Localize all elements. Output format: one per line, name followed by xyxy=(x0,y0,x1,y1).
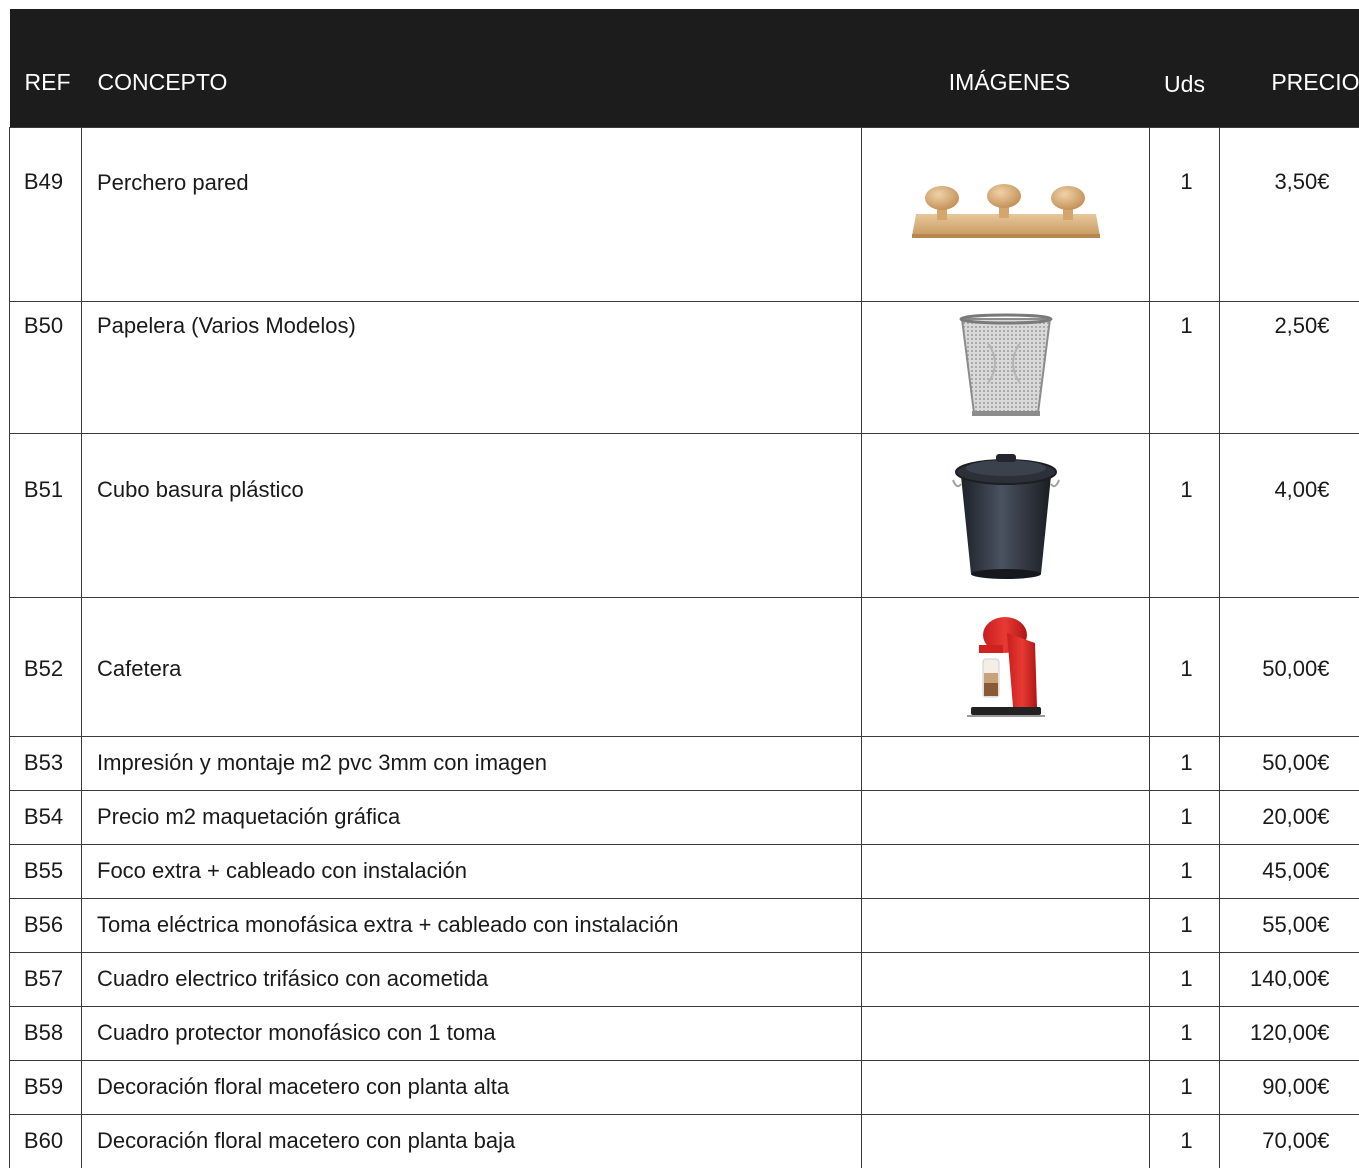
row-concepto: Decoración floral macetero con planta al… xyxy=(82,1060,862,1114)
price-table: REF CONCEPTO IMÁGENES Uds PRECIO B49 Per… xyxy=(9,9,1359,1168)
table-row: B56 Toma eléctrica monofásica extra + ca… xyxy=(10,898,1359,952)
row-concepto: Impresión y montaje m2 pvc 3mm con image… xyxy=(82,736,862,790)
row-precio: 2,50€ xyxy=(1220,301,1359,433)
table-row: B53 Impresión y montaje m2 pvc 3mm con i… xyxy=(10,736,1359,790)
row-uds: 1 xyxy=(1150,736,1220,790)
table-row: B54 Precio m2 maquetación gráfica 1 20,0… xyxy=(10,790,1359,844)
table-row: B59 Decoración floral macetero con plant… xyxy=(10,1060,1359,1114)
row-concepto: Perchero pared xyxy=(82,127,862,301)
row-ref: B59 xyxy=(10,1060,82,1114)
row-precio: 120,00€ xyxy=(1220,1006,1359,1060)
row-uds: 1 xyxy=(1150,898,1220,952)
row-uds: 1 xyxy=(1150,952,1220,1006)
row-ref: B54 xyxy=(10,790,82,844)
row-image-cell xyxy=(862,433,1150,597)
table-row: B51 Cubo basura plástico xyxy=(10,433,1359,597)
table-row: B58 Cuadro protector monofásico con 1 to… xyxy=(10,1006,1359,1060)
row-ref: B49 xyxy=(10,127,82,301)
row-ref: B52 xyxy=(10,597,82,736)
row-image-cell xyxy=(862,952,1150,1006)
mesh-wastebasket-icon xyxy=(958,313,1054,421)
row-concepto: Toma eléctrica monofásica extra + cablea… xyxy=(82,898,862,952)
row-concepto: Cuadro protector monofásico con 1 toma xyxy=(82,1006,862,1060)
row-concepto: Cafetera xyxy=(82,597,862,736)
table-header: REF CONCEPTO IMÁGENES Uds PRECIO xyxy=(10,9,1359,127)
row-precio: 50,00€ xyxy=(1220,597,1359,736)
header-uds: Uds xyxy=(1150,9,1220,127)
row-image-cell xyxy=(862,790,1150,844)
row-image-cell xyxy=(862,301,1150,433)
row-precio: 20,00€ xyxy=(1220,790,1359,844)
row-image-cell xyxy=(862,127,1150,301)
row-concepto: Precio m2 maquetación gráfica xyxy=(82,790,862,844)
wooden-coat-rack-icon xyxy=(910,184,1102,244)
row-image-cell xyxy=(862,898,1150,952)
row-precio: 90,00€ xyxy=(1220,1060,1359,1114)
header-imagenes: IMÁGENES xyxy=(862,9,1150,127)
row-ref: B55 xyxy=(10,844,82,898)
row-precio: 4,00€ xyxy=(1220,433,1359,597)
row-ref: B53 xyxy=(10,736,82,790)
row-uds: 1 xyxy=(1150,597,1220,736)
coffee-machine-icon xyxy=(967,615,1045,719)
row-ref: B56 xyxy=(10,898,82,952)
header-ref: REF xyxy=(10,9,82,127)
row-ref: B58 xyxy=(10,1006,82,1060)
row-precio: 140,00€ xyxy=(1220,952,1359,1006)
row-ref: B51 xyxy=(10,433,82,597)
row-uds: 1 xyxy=(1150,1006,1220,1060)
table-row: B57 Cuadro electrico trifásico con acome… xyxy=(10,952,1359,1006)
row-uds: 1 xyxy=(1150,301,1220,433)
price-list: REF CONCEPTO IMÁGENES Uds PRECIO B49 Per… xyxy=(9,9,1359,1168)
plastic-trash-can-icon xyxy=(947,450,1065,580)
row-concepto: Cubo basura plástico xyxy=(82,433,862,597)
row-precio: 55,00€ xyxy=(1220,898,1359,952)
row-uds: 1 xyxy=(1150,790,1220,844)
row-uds: 1 xyxy=(1150,844,1220,898)
row-precio: 50,00€ xyxy=(1220,736,1359,790)
table-row: B55 Foco extra + cableado con instalació… xyxy=(10,844,1359,898)
header-precio: PRECIO xyxy=(1220,9,1359,127)
row-image-cell xyxy=(862,736,1150,790)
row-image-cell xyxy=(862,1006,1150,1060)
row-ref: B50 xyxy=(10,301,82,433)
row-image-cell xyxy=(862,1060,1150,1114)
row-uds: 1 xyxy=(1150,433,1220,597)
row-uds: 1 xyxy=(1150,1060,1220,1114)
row-image-cell xyxy=(862,844,1150,898)
row-image-cell xyxy=(862,597,1150,736)
row-concepto: Foco extra + cableado con instalación xyxy=(82,844,862,898)
table-row: B50 Papelera (Varios Modelos) xyxy=(10,301,1359,433)
row-ref: B57 xyxy=(10,952,82,1006)
header-concepto: CONCEPTO xyxy=(82,9,862,127)
row-precio: 3,50€ xyxy=(1220,127,1359,301)
row-concepto: Cuadro electrico trifásico con acometida xyxy=(82,952,862,1006)
row-precio: 45,00€ xyxy=(1220,844,1359,898)
row-concepto: Papelera (Varios Modelos) xyxy=(82,301,862,433)
row-uds: 1 xyxy=(1150,127,1220,301)
table-row: B49 Perchero pared xyxy=(10,127,1359,301)
table-row: B52 Cafetera xyxy=(10,597,1359,736)
